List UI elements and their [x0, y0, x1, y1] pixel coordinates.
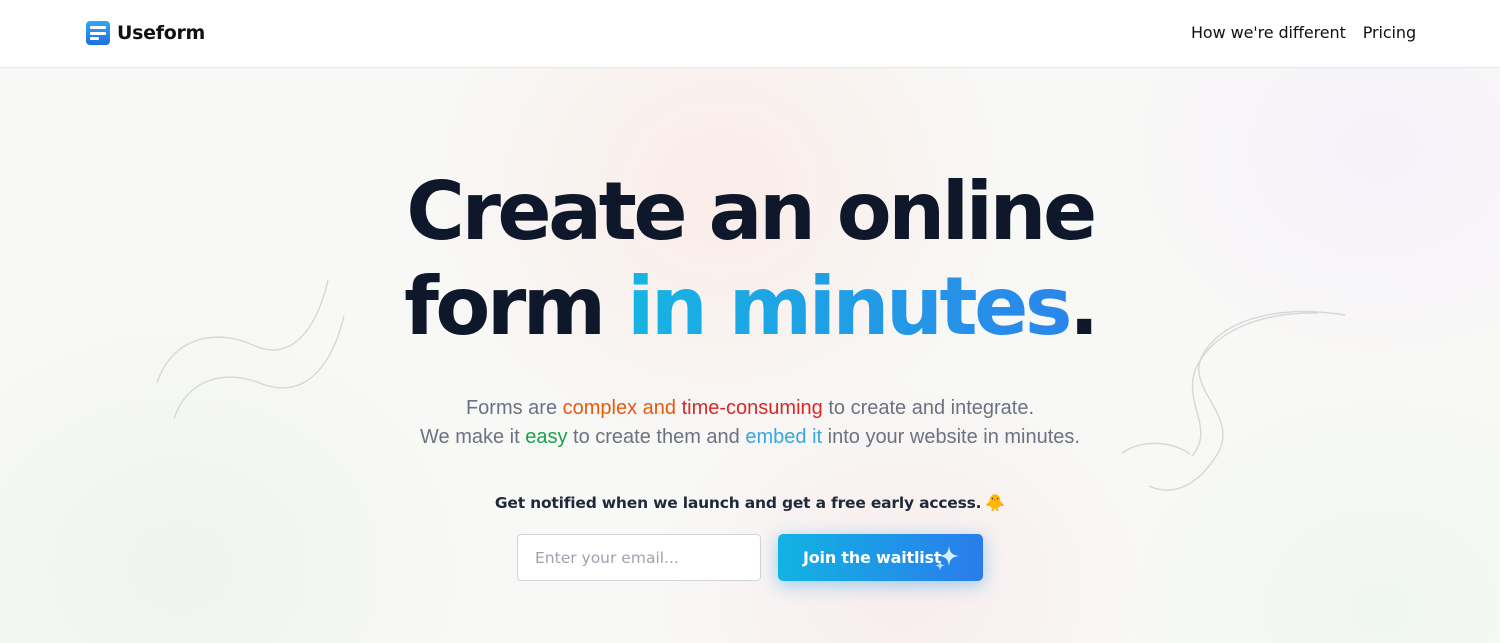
sub-line2-before: We make it [420, 426, 526, 448]
hero-section: Create an online form in minutes. Forms … [0, 68, 1500, 643]
brand-name: Useform [117, 22, 206, 44]
brand-logo-link[interactable]: Useform [86, 21, 205, 45]
sub-highlight-time-consuming: time-consuming [681, 397, 823, 419]
headline-accent: in minutes [627, 260, 1073, 353]
sub-highlight-embed: embed it [745, 426, 823, 448]
headline-line-1: Create an online [406, 165, 1097, 258]
top-navbar: Useform How we're different Pricing [0, 0, 1500, 68]
form-logo-icon [86, 21, 110, 45]
join-waitlist-label: Join the waitlist [803, 548, 942, 567]
notify-label: Get notified when we launch and get a fr… [494, 494, 982, 512]
chick-emoji-icon: 🐥 [985, 493, 1006, 512]
headline-line-2-prefix: form [404, 260, 627, 353]
sparkle-icon [935, 546, 959, 571]
sub-line1-after: to create and integrate. [822, 397, 1035, 419]
notify-text: Get notified when we launch and get a fr… [0, 493, 1500, 512]
sub-highlight-complex: complex and [562, 397, 682, 419]
sub-line2-after: into your website in minutes. [822, 426, 1080, 448]
sub-highlight-easy: easy [525, 426, 568, 448]
join-waitlist-button[interactable]: Join the waitlist [778, 534, 983, 581]
sub-line2-mid: to create them and [567, 426, 746, 448]
nav-link-pricing[interactable]: Pricing [1363, 23, 1416, 42]
hero-headline: Create an online form in minutes. [0, 164, 1500, 354]
sub-line1-before: Forms are [465, 397, 563, 419]
nav-links: How we're different Pricing [1191, 23, 1416, 42]
email-input[interactable] [517, 534, 761, 581]
nav-link-how-different[interactable]: How we're different [1191, 23, 1346, 42]
hero-subtitle: Forms are complex and time-consuming to … [0, 394, 1500, 452]
headline-period: . [1069, 260, 1099, 353]
